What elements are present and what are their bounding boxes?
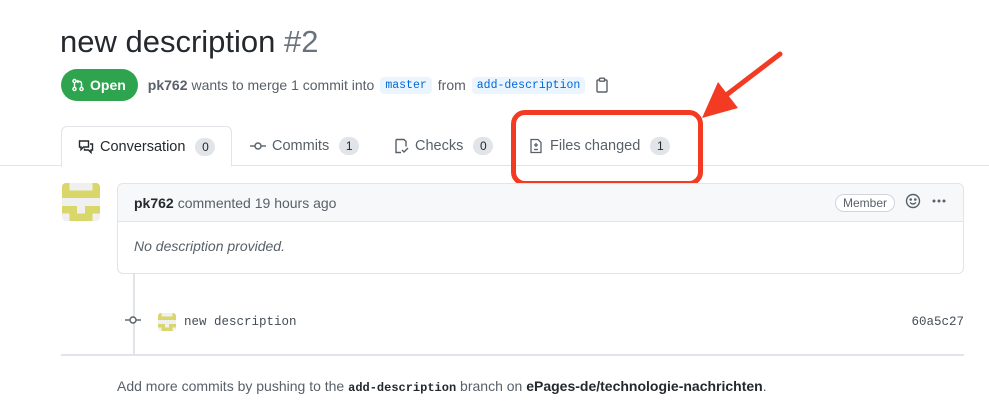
smiley-icon[interactable] xyxy=(905,193,921,212)
tab-counter: 1 xyxy=(650,137,671,155)
comment-author-link[interactable]: pk762 xyxy=(134,195,174,211)
head-branch[interactable]: add-description xyxy=(471,76,586,94)
push-hint-middle: branch on xyxy=(460,378,523,394)
commit-row: new description 60a5c27 xyxy=(125,312,964,332)
push-hint-prefix: Add more commits by pushing to the xyxy=(117,378,345,394)
state-label: Open xyxy=(90,77,126,93)
tab-conversation[interactable]: Conversation 0 xyxy=(61,126,233,167)
pr-author-link[interactable]: pk762 xyxy=(148,77,188,93)
tab-counter: 1 xyxy=(339,137,360,155)
commit-sha-link[interactable]: 60a5c27 xyxy=(911,315,964,329)
kebab-horizontal-icon[interactable] xyxy=(931,193,947,212)
avatar[interactable] xyxy=(62,183,100,221)
tab-checks[interactable]: Checks 0 xyxy=(393,126,494,166)
checklist-icon xyxy=(395,138,409,154)
comment-actions: Member xyxy=(834,193,947,212)
repo-link[interactable]: ePages-de/technologie-nachrichten xyxy=(526,378,763,394)
from-text: from xyxy=(437,77,466,93)
pr-number: #2 xyxy=(284,24,319,59)
pr-title: new description #2 xyxy=(60,24,319,60)
tab-label: Files changed xyxy=(550,138,641,154)
push-hint-branch: add-description xyxy=(348,381,457,395)
base-branch[interactable]: master xyxy=(380,76,432,94)
comment-timestamp[interactable]: commented 19 hours ago xyxy=(178,195,337,211)
tab-commits[interactable]: Commits 1 xyxy=(250,126,360,166)
divider xyxy=(61,354,964,356)
tab-counter: 0 xyxy=(473,137,494,155)
tab-counter: 0 xyxy=(195,137,216,156)
push-hint: Add more commits by pushing to the add-d… xyxy=(117,378,767,395)
file-diff-icon xyxy=(530,138,542,154)
comment-box: pk762 commented 19 hours ago Member No d… xyxy=(117,183,964,274)
git-commit-icon xyxy=(250,142,266,150)
tab-label: Conversation xyxy=(100,138,186,155)
pr-title-text: new description xyxy=(60,24,276,59)
merge-text: wants to merge 1 commit into xyxy=(191,77,375,93)
state-badge: Open xyxy=(61,69,138,101)
role-badge: Member xyxy=(834,193,895,212)
tab-label: Commits xyxy=(272,138,330,154)
pr-tabs: Conversation 0 Commits 1 Checks 0 Files … xyxy=(0,126,989,167)
commit-message-link[interactable]: new description xyxy=(184,315,297,329)
clipboard-icon[interactable] xyxy=(595,77,609,93)
comment-header: pk762 commented 19 hours ago Member xyxy=(118,184,963,222)
comment-body: No description provided. xyxy=(134,238,285,254)
commit-avatar[interactable] xyxy=(158,313,176,331)
annotation-arrow-icon xyxy=(702,51,783,118)
pr-meta: Open pk762 wants to merge 1 commit into … xyxy=(61,69,609,101)
git-pull-request-icon xyxy=(72,78,84,92)
push-hint-suffix: . xyxy=(762,378,767,394)
git-commit-icon xyxy=(125,312,141,333)
tab-label: Checks xyxy=(415,138,464,154)
comment-discussion-icon xyxy=(78,139,94,154)
tab-files-changed[interactable]: Files changed 1 xyxy=(528,126,671,166)
